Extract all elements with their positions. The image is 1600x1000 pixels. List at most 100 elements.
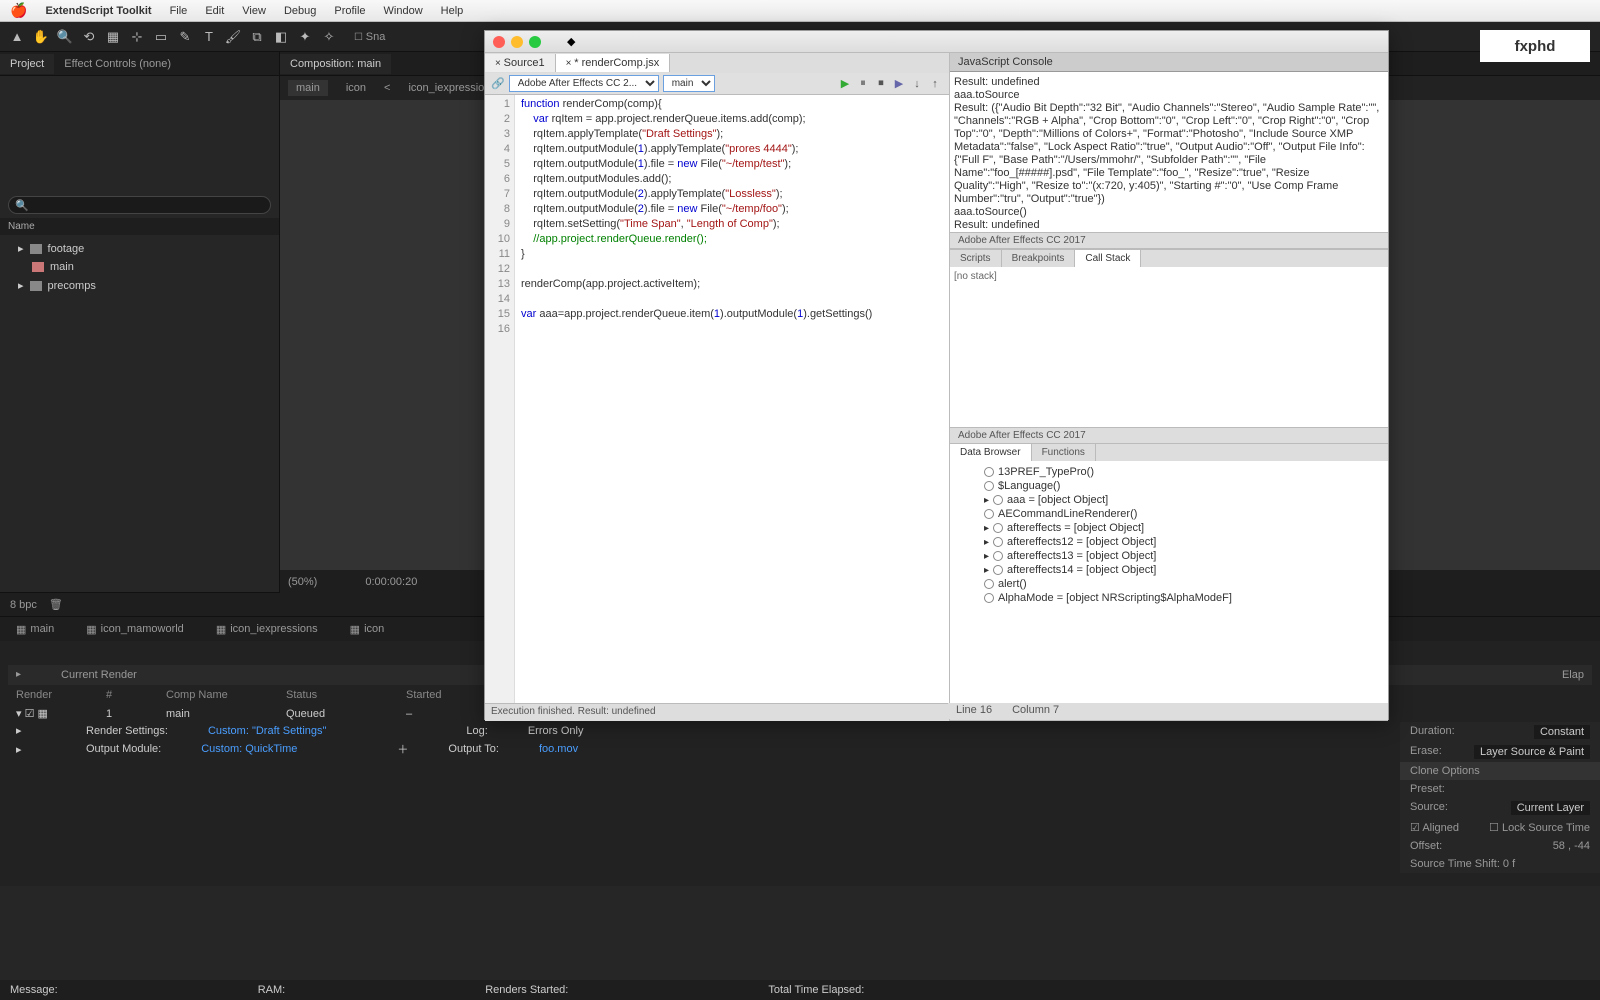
tl-tab-main[interactable]: ▦ main <box>8 619 62 640</box>
status-message: Message: <box>10 984 58 996</box>
status-ram: RAM: <box>258 984 286 996</box>
output-to-value[interactable]: foo.mov <box>539 743 578 755</box>
menu-help[interactable]: Help <box>441 5 464 17</box>
project-item-footage[interactable]: ▸footage <box>0 239 279 258</box>
db-item[interactable]: ▸aftereffects = [object Object] <box>954 521 1384 535</box>
db-item[interactable]: ▸aftereffects13 = [object Object] <box>954 549 1384 563</box>
databrowser-tab[interactable]: Data Browser <box>950 444 1032 461</box>
file-tab-rendercomp[interactable]: × * renderComp.jsx <box>556 54 671 72</box>
estk-titlebar[interactable]: ◆ <box>485 31 1388 53</box>
rotate-tool-icon[interactable]: ⟲ <box>80 28 98 46</box>
selection-tool-icon[interactable]: ▲ <box>8 28 26 46</box>
menu-window[interactable]: Window <box>384 5 423 17</box>
zoom-level[interactable]: (50%) <box>288 576 317 588</box>
db-item[interactable]: AlphaMode = [object NRScripting$AlphaMod… <box>954 591 1384 605</box>
output-module-value[interactable]: Custom: QuickTime <box>201 743 297 755</box>
close-button[interactable] <box>493 36 505 48</box>
pen-tool-icon[interactable]: ✎ <box>176 28 194 46</box>
log-value[interactable]: Errors Only <box>528 725 584 737</box>
camera-tool-icon[interactable]: ▦ <box>104 28 122 46</box>
target-app-select[interactable]: Adobe After Effects CC 2... <box>509 75 659 92</box>
folder-icon <box>30 244 42 254</box>
text-tool-icon[interactable]: T <box>200 28 218 46</box>
menu-edit[interactable]: Edit <box>205 5 224 17</box>
console-output[interactable]: Result: undefinedaaa.toSourceResult: ({"… <box>950 72 1388 232</box>
col-num: # <box>106 689 126 701</box>
bc-main[interactable]: main <box>288 80 328 96</box>
project-item-precomps[interactable]: ▸precomps <box>0 276 279 295</box>
file-tab-source1[interactable]: × Source1 <box>485 54 556 72</box>
snap-checkbox[interactable]: ☐ Sna <box>354 31 385 43</box>
run-button[interactable]: ▶ <box>837 76 853 92</box>
step-into-button[interactable]: ↓ <box>909 76 925 92</box>
menubar: 🍎 ExtendScript Toolkit File Edit View De… <box>0 0 1600 22</box>
project-search-input[interactable]: 🔍 <box>8 196 271 214</box>
code-editor[interactable]: 12345678910111213141516 function renderC… <box>485 95 949 703</box>
col-started: Started <box>406 689 486 701</box>
stop-button[interactable]: ⏹ <box>873 76 889 92</box>
functions-tab[interactable]: Functions <box>1032 444 1096 461</box>
db-item[interactable]: ▸aftereffects12 = [object Object] <box>954 535 1384 549</box>
breakpoints-tab[interactable]: Breakpoints <box>1002 250 1076 267</box>
hand-tool-icon[interactable]: ✋ <box>32 28 50 46</box>
composition-tab[interactable]: Composition: main <box>280 54 391 74</box>
console-app-title: Adobe After Effects CC 2017 <box>950 232 1388 249</box>
pan-behind-tool-icon[interactable]: ⊹ <box>128 28 146 46</box>
log-label: Log: <box>466 725 487 737</box>
bpc-indicator[interactable]: 8 bpc <box>10 599 37 611</box>
source-dropdown[interactable]: Current Layer <box>1511 801 1590 815</box>
trash-icon[interactable]: 🗑 <box>49 598 63 611</box>
maximize-button[interactable] <box>529 36 541 48</box>
db-item[interactable]: ▸aftereffects14 = [object Object] <box>954 563 1384 577</box>
target-engine-select[interactable]: main <box>663 75 715 92</box>
apple-logo-icon[interactable]: 🍎 <box>10 2 27 19</box>
comp-icon <box>32 262 44 272</box>
col-render: Render <box>16 689 66 701</box>
ae-status-bar: Message: RAM: Renders Started: Total Tim… <box>0 980 1600 1000</box>
data-browser[interactable]: 13PREF_TypePro() $Language() ▸aaa = [obj… <box>950 461 1388 704</box>
db-item[interactable]: ▸aaa = [object Object] <box>954 493 1384 507</box>
brush-tool-icon[interactable]: 🖌 <box>224 28 242 46</box>
eraser-tool-icon[interactable]: ◧ <box>272 28 290 46</box>
db-item[interactable]: alert() <box>954 577 1384 591</box>
tl-tab-iexpr[interactable]: ▦ icon_iexpressions <box>208 619 326 640</box>
minimize-button[interactable] <box>511 36 523 48</box>
bc-icon[interactable]: icon <box>338 80 374 96</box>
code-content[interactable]: function renderComp(comp){ var rqItem = … <box>515 95 949 703</box>
lock-checkbox[interactable]: ☐ Lock Source Time <box>1489 821 1590 834</box>
step-over-button[interactable]: ▶ <box>891 76 907 92</box>
project-tab[interactable]: Project <box>0 54 54 74</box>
db-app-title: Adobe After Effects CC 2017 <box>950 427 1388 444</box>
estk-app-icon: ◆ <box>567 35 575 48</box>
render-settings-value[interactable]: Custom: "Draft Settings" <box>208 725 326 737</box>
tl-tab-mamo[interactable]: ▦ icon_mamoworld <box>78 619 192 640</box>
erase-dropdown[interactable]: Layer Source & Paint <box>1474 745 1590 759</box>
effect-controls-tab[interactable]: Effect Controls (none) <box>54 54 181 74</box>
menu-profile[interactable]: Profile <box>334 5 365 17</box>
duration-dropdown[interactable]: Constant <box>1534 725 1590 739</box>
estk-window: ◆ × Source1 × * renderComp.jsx 🔗 Adobe A… <box>484 30 1389 720</box>
clone-tool-icon[interactable]: ⧉ <box>248 28 266 46</box>
db-item[interactable]: AECommandLineRenderer() <box>954 507 1384 521</box>
puppet-tool-icon[interactable]: ✧ <box>320 28 338 46</box>
pause-button[interactable]: ⏸ <box>855 76 871 92</box>
scripts-tab[interactable]: Scripts <box>950 250 1002 267</box>
name-column-header[interactable]: Name <box>0 218 279 235</box>
timecode[interactable]: 0:00:00:20 <box>365 576 417 588</box>
tl-tab-icon[interactable]: ▦ icon <box>342 619 393 640</box>
callstack-tab[interactable]: Call Stack <box>1075 250 1141 267</box>
menu-view[interactable]: View <box>242 5 266 17</box>
rect-tool-icon[interactable]: ▭ <box>152 28 170 46</box>
zoom-tool-icon[interactable]: 🔍 <box>56 28 74 46</box>
roto-tool-icon[interactable]: ✦ <box>296 28 314 46</box>
db-item[interactable]: 13PREF_TypePro() <box>954 465 1384 479</box>
menu-file[interactable]: File <box>170 5 188 17</box>
output-module-label: Output Module: <box>86 743 161 755</box>
callstack-panel[interactable]: [no stack] <box>950 267 1388 427</box>
step-out-button[interactable]: ↑ <box>927 76 943 92</box>
menu-debug[interactable]: Debug <box>284 5 316 17</box>
db-item[interactable]: $Language() <box>954 479 1384 493</box>
link-icon[interactable]: 🔗 <box>491 77 505 90</box>
aligned-checkbox[interactable]: ☑ Aligned <box>1410 821 1459 834</box>
project-item-main[interactable]: main <box>0 258 279 276</box>
